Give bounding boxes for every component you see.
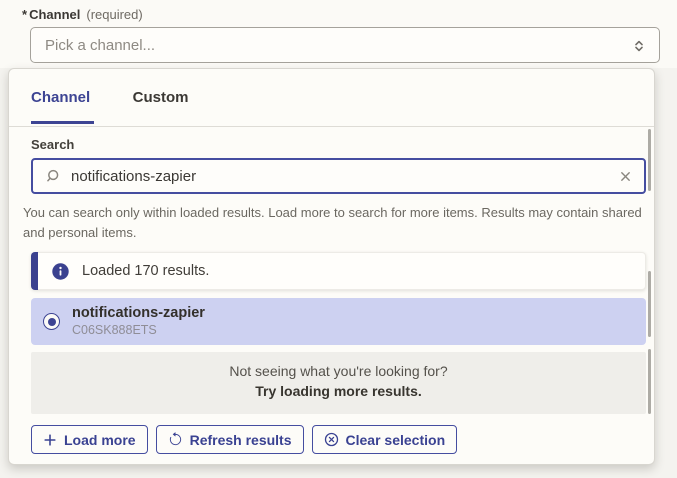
refresh-results-button[interactable]: Refresh results [156, 425, 304, 454]
tab-custom-label: Custom [133, 89, 189, 106]
refresh-results-label: Refresh results [190, 432, 292, 448]
load-more-button[interactable]: Load more [31, 425, 148, 454]
channel-field-label: *Channel (required) [22, 7, 143, 22]
search-helper-text: You can search only within loaded result… [23, 203, 645, 242]
scrollbar-thumb[interactable] [648, 349, 651, 414]
search-box [31, 158, 646, 194]
plus-icon [43, 433, 57, 447]
info-icon [52, 263, 69, 280]
dropdown-content: Search You can search only within loa [9, 137, 654, 454]
option-meta: notifications-zapier C06SK888ETS [72, 305, 205, 338]
load-more-hint: Not seeing what you're looking for? Try … [31, 352, 646, 414]
loaded-results-alert: Loaded 170 results. [31, 252, 646, 290]
option-title: notifications-zapier [72, 305, 205, 322]
channel-dropdown-panel: Channel Custom Search [8, 68, 655, 465]
channel-field: *Channel (required) [0, 0, 677, 68]
refresh-icon [168, 432, 183, 447]
load-more-label: Load more [64, 432, 136, 448]
channel-option-selected[interactable]: notifications-zapier C06SK888ETS [31, 298, 646, 345]
chevron-up-down-icon [631, 38, 647, 54]
hint-try-loading[interactable]: Try loading more results. [31, 383, 646, 399]
search-input[interactable] [33, 160, 644, 192]
field-label-text: Channel [29, 7, 80, 22]
tab-bar: Channel Custom [9, 69, 654, 127]
alert-message: Loaded 170 results. [82, 263, 209, 279]
scrollbar-thumb[interactable] [648, 129, 651, 191]
channel-select-input[interactable] [31, 28, 659, 62]
clear-selection-label: Clear selection [346, 432, 446, 448]
channel-picker-screen: *Channel(required) Channel Custom Search [0, 0, 677, 478]
tab-channel-label: Channel [31, 89, 90, 106]
search-label: Search [31, 137, 632, 152]
clear-selection-button[interactable]: Clear selection [312, 425, 458, 454]
tab-custom[interactable]: Custom [133, 69, 193, 123]
option-id: C06SK888ETS [72, 323, 205, 338]
action-bar: Load more Refresh results [31, 425, 632, 454]
radio-selected-icon[interactable] [43, 313, 60, 330]
hint-question: Not seeing what you're looking for? [31, 363, 646, 379]
x-circle-icon [324, 432, 339, 447]
scrollbar-thumb[interactable] [648, 271, 651, 337]
channel-select[interactable] [30, 27, 660, 63]
clear-search-icon[interactable] [618, 169, 633, 184]
alert-accent-bar [31, 252, 38, 290]
tab-channel[interactable]: Channel [31, 69, 94, 123]
required-note: (required) [86, 7, 142, 22]
required-asterisk: * [22, 7, 27, 22]
